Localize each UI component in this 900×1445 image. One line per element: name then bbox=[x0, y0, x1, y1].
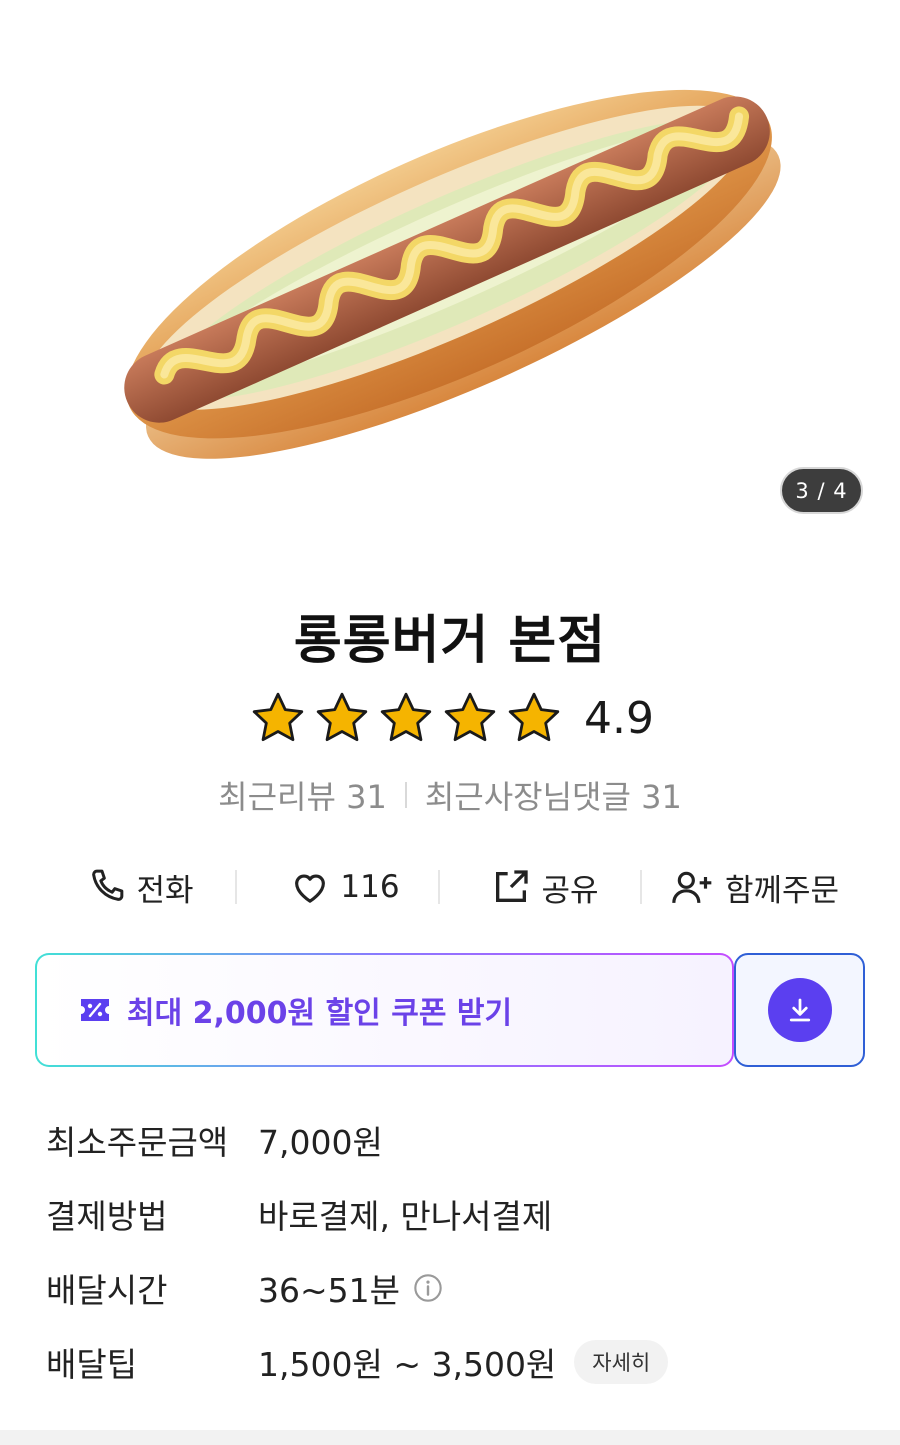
min-order-value: 7,000원 bbox=[258, 1123, 383, 1162]
coupon-banner[interactable]: 최대 2,000원 할인 쿠폰 받기 bbox=[35, 953, 734, 1067]
payment-value: 바로결제, 만나서결제 bbox=[258, 1197, 553, 1236]
star-icon bbox=[252, 692, 304, 742]
review-summary: 최근리뷰 31 최근사장님댓글 31 bbox=[0, 770, 900, 820]
call-label: 전화 bbox=[136, 872, 194, 909]
section-divider bbox=[0, 1430, 900, 1445]
share-icon bbox=[496, 870, 529, 902]
info-icon[interactable] bbox=[412, 1272, 444, 1304]
recent-owner-replies-link[interactable]: 최근사장님댓글 31 bbox=[425, 772, 682, 818]
group-order-button[interactable]: 함께주문 bbox=[660, 855, 850, 919]
add-person-icon bbox=[672, 871, 712, 903]
delivery-time-value-wrap: 36~51분 bbox=[258, 1264, 444, 1312]
phone-icon bbox=[92, 869, 124, 901]
group-order-label: 함께주문 bbox=[724, 872, 840, 909]
delivery-tip-value-wrap: 1,500원 ~ 3,500원 자세히 bbox=[258, 1338, 669, 1386]
rating-value: 4.9 bbox=[584, 692, 654, 744]
coupon-download-button[interactable] bbox=[734, 953, 865, 1067]
download-icon bbox=[789, 998, 810, 1022]
star-icon bbox=[508, 692, 560, 742]
rating-row[interactable]: 4.9 bbox=[0, 686, 900, 750]
delivery-tip-label: 배달팁 bbox=[46, 1345, 138, 1384]
coupon-text: 최대 2,000원 할인 쿠폰 받기 bbox=[127, 996, 513, 1031]
store-name: 롱롱버거 본점 bbox=[293, 611, 607, 671]
delivery-time-value: 36~51분 bbox=[258, 1271, 400, 1310]
delivery-time-row: 배달시간 36~51분 bbox=[46, 1263, 866, 1313]
payment-label: 결제방법 bbox=[46, 1197, 168, 1236]
image-page-indicator: 3 / 4 bbox=[780, 467, 863, 514]
recent-reviews-link[interactable]: 최근리뷰 31 bbox=[218, 772, 387, 818]
min-order-row: 최소주문금액 7,000원 bbox=[46, 1115, 866, 1165]
divider bbox=[235, 870, 237, 904]
like-count: 116 bbox=[340, 869, 400, 905]
star-icon bbox=[380, 692, 432, 742]
call-button[interactable]: 전화 bbox=[60, 855, 220, 919]
delivery-tip-detail-button[interactable]: 자세히 bbox=[574, 1340, 669, 1384]
min-order-label: 최소주문금액 bbox=[46, 1123, 229, 1162]
heart-icon bbox=[295, 874, 326, 903]
coupon-icon bbox=[81, 999, 109, 1021]
delivery-tip-value: 1,500원 ~ 3,500원 bbox=[258, 1345, 557, 1384]
divider bbox=[438, 870, 440, 904]
payment-row: 결제방법 바로결제, 만나서결제 bbox=[46, 1189, 866, 1239]
divider bbox=[404, 782, 407, 808]
download-circle bbox=[767, 978, 832, 1042]
hotdog-illustration bbox=[124, 89, 781, 459]
like-button[interactable]: 116 bbox=[270, 855, 420, 919]
star-icon bbox=[444, 692, 496, 742]
delivery-tip-row: 배달팁 1,500원 ~ 3,500원 자세히 bbox=[46, 1337, 866, 1387]
divider bbox=[640, 870, 642, 904]
share-button[interactable]: 공유 bbox=[470, 855, 620, 919]
star-icon bbox=[316, 692, 368, 742]
share-label: 공유 bbox=[541, 872, 599, 909]
store-actions: 전화 116 공유 함께주문 bbox=[0, 855, 900, 919]
store-hero-image[interactable]: 3 / 4 bbox=[0, 0, 900, 538]
delivery-time-label: 배달시간 bbox=[46, 1271, 168, 1310]
